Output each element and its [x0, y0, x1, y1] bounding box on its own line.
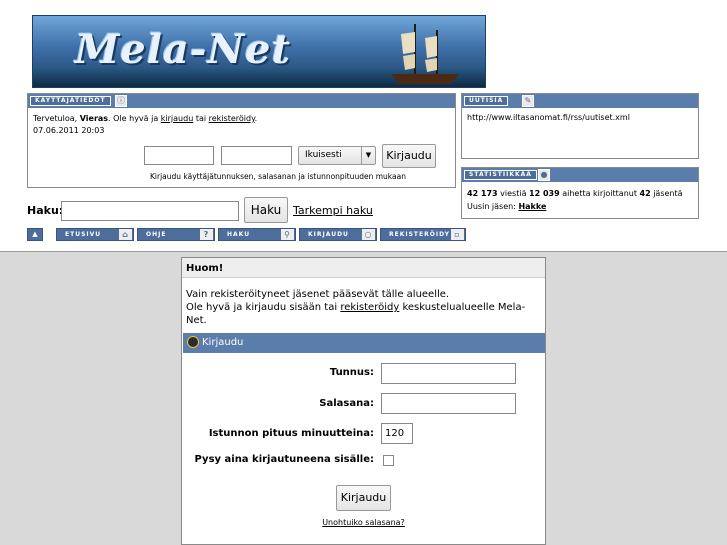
- search-button[interactable]: Haku: [244, 197, 288, 223]
- datetime: 07.06.2011 20:03: [33, 126, 105, 135]
- login-user-icon: [187, 336, 199, 348]
- panel-username-input[interactable]: [144, 146, 214, 165]
- user-panel-header: KÄYTTÄJÄTIEDOT ⓘ: [28, 94, 455, 108]
- nav-home[interactable]: ETUSIVU ⌂: [56, 228, 134, 241]
- news-url[interactable]: http://www.iltasanomat.fi/rss/uutiset.xm…: [467, 113, 630, 122]
- login-box-header: Kirjaudu: [183, 333, 545, 353]
- password-input[interactable]: [381, 393, 516, 414]
- news-panel-header: UUTISIA ✎: [462, 94, 698, 108]
- login-hint: Kirjaudu käyttäjätunnuksen, salasanan ja…: [150, 172, 406, 181]
- lock-icon: ○: [362, 229, 375, 240]
- collapse-button[interactable]: ▲: [27, 228, 43, 241]
- notice-message: Vain rekisteröityneet jäsenet pääsevät t…: [186, 289, 526, 326]
- remember-me-checkbox[interactable]: [383, 455, 394, 466]
- nav-login[interactable]: KIRJAUDU ○: [299, 228, 377, 241]
- news-icon: ✎: [522, 95, 534, 107]
- news-panel-title: UUTISIA: [464, 96, 509, 106]
- login-link[interactable]: kirjaudu: [161, 114, 194, 123]
- user-panel: KÄYTTÄJÄTIEDOT ⓘ Tervetuloa, Vieras. Ole…: [27, 93, 456, 188]
- stats-panel: STATISTIIKKAA ● 42 173 viestiä 12 039 ai…: [461, 167, 699, 219]
- password-label: Salasana:: [319, 398, 374, 409]
- login-required-box: Huom! Vain rekisteröityneet jäsenet pääs…: [181, 257, 546, 545]
- panel-password-input[interactable]: [221, 146, 292, 165]
- search-icon: ⚲: [281, 229, 294, 240]
- stats-text: 42 173 viestiä 12 039 aihetta kirjoittan…: [467, 189, 683, 211]
- username-label: Tunnus:: [329, 367, 374, 378]
- notice-title: Huom!: [182, 258, 545, 278]
- home-icon: ⌂: [119, 229, 132, 240]
- nav-search[interactable]: HAKU ⚲: [218, 228, 296, 241]
- newest-member-link[interactable]: Hakke: [518, 202, 546, 211]
- news-panel: UUTISIA ✎ http://www.iltasanomat.fi/rss/…: [461, 93, 699, 159]
- user-panel-title: KÄYTTÄJÄTIEDOT: [30, 96, 111, 106]
- ship-icon: [391, 24, 459, 84]
- register-icon: ▫: [451, 229, 464, 240]
- search-label: Haku:: [27, 204, 64, 217]
- stats-panel-title: STATISTIIKKAA: [464, 170, 537, 180]
- help-icon: ?: [200, 229, 213, 240]
- advanced-search-link[interactable]: Tarkempi haku: [293, 204, 373, 217]
- register-link[interactable]: rekisteröidy: [209, 114, 255, 123]
- remember-me-label: Pysy aina kirjautuneena sisälle:: [194, 454, 374, 465]
- username-input[interactable]: [381, 363, 516, 384]
- login-submit-button[interactable]: Kirjaudu: [336, 485, 391, 511]
- session-length-label: Istunnon pituus minuutteina:: [208, 428, 374, 439]
- session-duration-select[interactable]: Ikuisesti ▼: [298, 146, 376, 165]
- welcome-text: Tervetuloa, Vieras. Ole hyvä ja kirjaudu…: [33, 114, 258, 135]
- search-input[interactable]: [61, 201, 239, 221]
- forgot-password-link[interactable]: Unohtuiko salasana?: [182, 518, 545, 527]
- user-info-icon: ⓘ: [115, 95, 127, 107]
- stats-icon: ●: [538, 169, 550, 181]
- nav-register[interactable]: REKISTERÖIDY ▫: [380, 228, 466, 241]
- notice-register-link[interactable]: rekisteröidy: [340, 302, 399, 313]
- panel-login-button[interactable]: Kirjaudu: [382, 144, 436, 168]
- session-length-input[interactable]: [381, 423, 413, 444]
- chevron-down-icon: ▼: [361, 147, 375, 164]
- guest-name: Vieras: [79, 114, 109, 123]
- stats-panel-header: STATISTIIKKAA ●: [462, 168, 698, 182]
- nav-help[interactable]: OHJE?: [137, 228, 215, 241]
- site-logo: Mela-Net: [75, 26, 291, 73]
- site-banner[interactable]: Mela-Net: [32, 15, 486, 88]
